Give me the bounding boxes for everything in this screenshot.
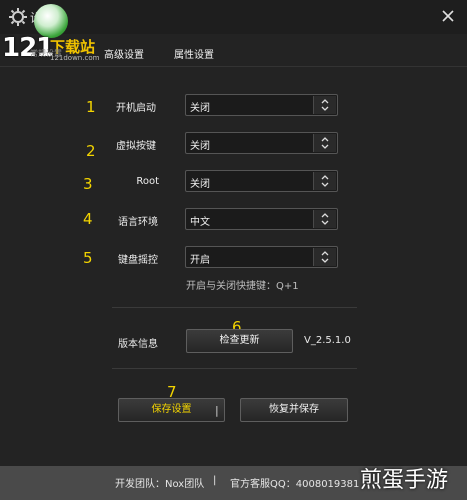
virtual-keys-value: 关闭	[190, 141, 210, 152]
close-icon[interactable]	[440, 8, 456, 24]
language-select[interactable]: 中文	[185, 208, 338, 230]
watermark-text: 煎蛋手游	[360, 468, 449, 493]
support-qq-text: 官方客服QQ：4008019381	[230, 479, 360, 490]
section-divider	[112, 368, 357, 369]
autostart-value: 关闭	[190, 103, 210, 114]
updown-arrow-icon	[313, 248, 336, 266]
tab-advanced[interactable]: 高级设置	[104, 46, 144, 61]
setting-label-language: 语言环境	[118, 217, 158, 228]
language-value: 中文	[190, 217, 210, 228]
setting-label-root: Root	[136, 176, 159, 187]
version-value: V_2.5.1.0	[304, 335, 351, 346]
hotkey-hint: 开启与关闭快捷键：Q+1	[186, 281, 299, 292]
updown-arrow-icon	[313, 134, 336, 152]
updown-arrow-icon	[313, 172, 336, 190]
section-divider	[112, 307, 357, 308]
keyboard-value: 开启	[190, 255, 210, 266]
footer-separator: |	[213, 475, 217, 486]
save-settings-button[interactable]: 保存设置	[118, 398, 225, 422]
updown-arrow-icon	[313, 96, 336, 114]
root-value: 关闭	[190, 179, 210, 190]
title-bar: 设置	[0, 0, 467, 34]
setting-label-virtual-keys: 虚拟按键	[116, 141, 156, 152]
setting-label-autostart: 开机启动	[116, 103, 156, 114]
button-separator: |	[215, 404, 219, 417]
setting-label-keyboard: 键盘摇控	[118, 255, 158, 266]
tab-divider	[0, 66, 467, 67]
tab-properties[interactable]: 属性设置	[174, 46, 214, 61]
root-select[interactable]: 关闭	[185, 170, 338, 192]
dev-team-text: 开发团队：Nox团队	[115, 479, 205, 490]
virtual-keys-select[interactable]: 关闭	[185, 132, 338, 154]
tab-general[interactable]: 常规设置	[30, 48, 62, 59]
keyboard-select[interactable]: 开启	[185, 246, 338, 268]
version-label: 版本信息	[118, 339, 158, 350]
restore-and-save-button[interactable]: 恢复并保存	[240, 398, 348, 422]
autostart-select[interactable]: 关闭	[185, 94, 338, 116]
check-update-button[interactable]: 检查更新	[186, 329, 293, 353]
updown-arrow-icon	[313, 210, 336, 228]
gear-icon	[9, 8, 27, 26]
